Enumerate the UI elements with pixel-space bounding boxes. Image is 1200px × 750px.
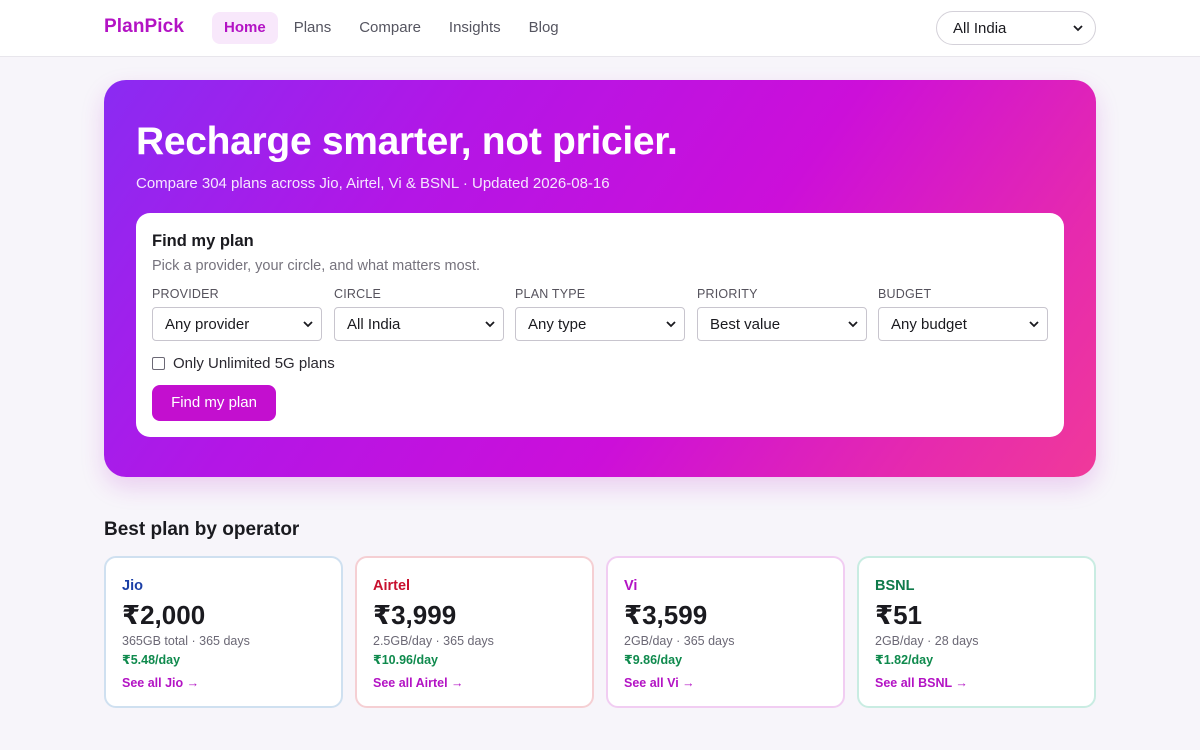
unlimited-5g-label[interactable]: Only Unlimited 5G plans: [173, 355, 335, 372]
unlimited-5g-checkbox[interactable]: [152, 357, 165, 370]
priority-label: PRIORITY: [697, 287, 758, 301]
region-select-value: All India: [953, 19, 1007, 37]
region-select[interactable]: All India: [936, 11, 1096, 45]
budget-label: BUDGET: [878, 287, 932, 301]
see-all-airtel-link[interactable]: See all Airtel →: [373, 676, 464, 690]
provider-field: PROVIDER Any provider: [152, 287, 322, 341]
budget-select[interactable]: Any budget: [878, 307, 1048, 341]
circle-select-value: All India: [347, 315, 401, 333]
section-title: Best plan by operator: [104, 519, 300, 540]
plan-type-select-value: Any type: [528, 315, 587, 333]
priority-select[interactable]: Best value: [697, 307, 867, 341]
main-nav: Home Plans Compare Insights Blog: [212, 12, 571, 44]
finder-title: Find my plan: [152, 232, 254, 250]
plan-type-label: PLAN TYPE: [515, 287, 586, 301]
circle-field: CIRCLE All India: [334, 287, 504, 341]
hero-subtitle: Compare 304 plans across Jio, Airtel, Vi…: [136, 175, 610, 192]
nav-compare[interactable]: Compare: [347, 12, 433, 44]
per-day-cost: ₹9.86/day: [624, 653, 683, 667]
chevron-down-icon: [1073, 25, 1083, 32]
chevron-down-icon: [848, 321, 858, 328]
operator-card-jio[interactable]: Jio ₹2,000 365GB total · 365 days ₹5.48/…: [104, 556, 343, 708]
operator-name: Airtel: [373, 578, 411, 594]
chevron-down-icon: [1029, 321, 1039, 328]
circle-select[interactable]: All India: [334, 307, 504, 341]
unlimited-5g-option: Only Unlimited 5G plans: [152, 355, 335, 372]
plan-meta: 365GB total · 365 days: [122, 634, 250, 648]
budget-field: BUDGET Any budget: [878, 287, 1048, 341]
operator-name: Vi: [624, 578, 638, 594]
circle-label: CIRCLE: [334, 287, 382, 301]
per-day-cost: ₹10.96/day: [373, 653, 438, 667]
operator-card-bsnl[interactable]: BSNL ₹51 2GB/day · 28 days ₹1.82/day See…: [857, 556, 1096, 708]
operator-card-airtel[interactable]: Airtel ₹3,999 2.5GB/day · 365 days ₹10.9…: [355, 556, 594, 708]
operator-card-vi[interactable]: Vi ₹3,599 2GB/day · 365 days ₹9.86/day S…: [606, 556, 845, 708]
see-all-jio-link[interactable]: See all Jio →: [122, 676, 199, 690]
plan-price: ₹3,599: [624, 600, 708, 630]
provider-label: PROVIDER: [152, 287, 219, 301]
operator-name: Jio: [122, 578, 143, 594]
priority-select-value: Best value: [710, 315, 781, 333]
plan-meta: 2.5GB/day · 365 days: [373, 634, 494, 648]
provider-select[interactable]: Any provider: [152, 307, 322, 341]
operator-name: BSNL: [875, 578, 915, 594]
chevron-down-icon: [666, 321, 676, 328]
provider-select-value: Any provider: [165, 315, 250, 333]
plan-type-select[interactable]: Any type: [515, 307, 685, 341]
priority-field: PRIORITY Best value: [697, 287, 867, 341]
nav-plans[interactable]: Plans: [282, 12, 344, 44]
see-all-vi-link[interactable]: See all Vi →: [624, 676, 695, 690]
nav-home[interactable]: Home: [212, 12, 278, 44]
hero-banner: Recharge smarter, not pricier. Compare 3…: [104, 80, 1096, 477]
plan-finder-card: Find my plan Pick a provider, your circl…: [136, 213, 1064, 437]
plan-meta: 2GB/day · 28 days: [875, 634, 979, 648]
nav-insights[interactable]: Insights: [437, 12, 513, 44]
plan-price: ₹51: [875, 600, 923, 630]
budget-select-value: Any budget: [891, 315, 967, 333]
plan-price: ₹3,999: [373, 600, 457, 630]
chevron-down-icon: [485, 321, 495, 328]
hero-title: Recharge smarter, not pricier.: [136, 120, 678, 163]
finder-subtitle: Pick a provider, your circle, and what m…: [152, 258, 480, 274]
per-day-cost: ₹5.48/day: [122, 653, 181, 667]
plan-price: ₹2,000: [122, 600, 206, 630]
brand-logo[interactable]: PlanPick: [104, 16, 184, 38]
see-all-bsnl-link[interactable]: See all BSNL →: [875, 676, 968, 690]
nav-blog[interactable]: Blog: [517, 12, 571, 44]
plan-type-field: PLAN TYPE Any type: [515, 287, 685, 341]
top-navbar: PlanPick Home Plans Compare Insights Blo…: [0, 0, 1200, 57]
plan-meta: 2GB/day · 365 days: [624, 634, 735, 648]
find-plan-button[interactable]: Find my plan: [152, 385, 276, 421]
operator-cards: Jio ₹2,000 365GB total · 365 days ₹5.48/…: [104, 556, 1096, 708]
chevron-down-icon: [303, 321, 313, 328]
per-day-cost: ₹1.82/day: [875, 653, 934, 667]
